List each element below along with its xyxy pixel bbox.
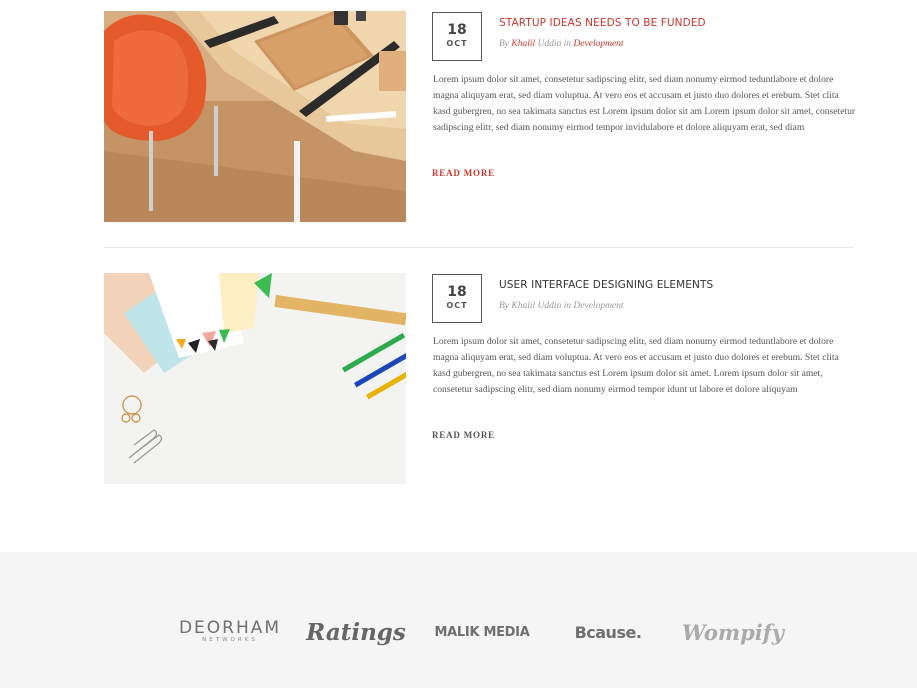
deorham-logo[interactable]: DEORHAM NETWORKS — [178, 610, 282, 654]
post-meta: By Khalil Uddin in Development — [499, 39, 624, 49]
meta-by: By — [499, 39, 510, 49]
post-title-link[interactable]: STARTUP IDEAS NEEDS TO BE FUNDED — [499, 17, 706, 29]
stationery-flatlay-photo — [104, 273, 406, 484]
post-divider — [104, 247, 854, 248]
date-month: OCT — [446, 301, 468, 310]
date-badge: 18 OCT — [432, 274, 482, 323]
desk-workspace-photo — [104, 11, 406, 222]
date-month: OCT — [446, 39, 468, 48]
deorham-logo-main: DEORHAM — [178, 618, 282, 638]
date-badge: 18 OCT — [432, 12, 482, 61]
bcause-logo[interactable]: Bcause. — [566, 610, 650, 654]
read-more-link[interactable]: READ MORE — [432, 430, 495, 440]
post-title-link[interactable]: USER INTERFACE DESIGNING ELEMENTS — [499, 279, 713, 291]
author-link[interactable]: Khalil — [511, 39, 535, 49]
category-link[interactable]: Development — [573, 39, 623, 49]
client-logos-band: DEORHAM NETWORKS Ratings MALIK MEDIA Bca… — [0, 552, 917, 688]
malik-media-logo[interactable]: MALIK MEDIA — [430, 610, 534, 654]
date-day: 18 — [447, 284, 467, 300]
post-thumbnail[interactable] — [104, 273, 406, 484]
ratings-logo[interactable]: Ratings — [306, 610, 406, 654]
wompify-logo[interactable]: Wompify — [682, 610, 784, 654]
read-more-link[interactable]: READ MORE — [432, 168, 495, 178]
blog-post: 18 OCT USER INTERFACE DESIGNING ELEMENTS… — [104, 273, 854, 484]
deorham-logo-sub: NETWORKS — [202, 637, 258, 643]
author-last: Uddin — [537, 39, 562, 49]
post-excerpt: Lorem ipsum dolor sit amet, consetetur s… — [433, 336, 839, 395]
post-meta: By Khalil Uddin in Development — [499, 301, 624, 311]
post-excerpt: Lorem ipsum dolor sit amet, consetetur s… — [433, 74, 856, 133]
post-thumbnail[interactable] — [104, 11, 406, 222]
blog-post: 18 OCT STARTUP IDEAS NEEDS TO BE FUNDED … — [104, 11, 856, 222]
date-day: 18 — [447, 22, 467, 38]
meta-in: in — [563, 39, 572, 49]
